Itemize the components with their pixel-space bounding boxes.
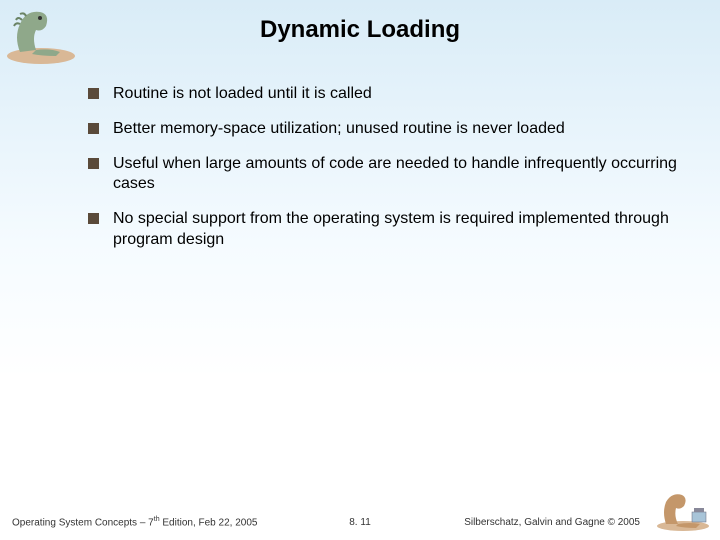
bullet-text: Routine is not loaded until it is called [113,84,372,105]
list-item: Routine is not loaded until it is called [88,84,680,105]
footer-date: Edition, Feb 22, 2005 [160,517,258,528]
bullet-text: Useful when large amounts of code are ne… [113,154,680,196]
bullet-icon [88,88,99,99]
footer-copyright: Silberschatz, Galvin and Gagne © 2005 [464,517,640,528]
bullet-icon [88,158,99,169]
dinosaur-logo-top-icon [2,2,80,66]
list-item: No special support from the operating sy… [88,209,680,251]
bullet-list: Routine is not loaded until it is called… [0,84,720,251]
slide-title: Dynamic Loading [0,0,720,84]
bullet-icon [88,123,99,134]
bullet-text: Better memory-space utilization; unused … [113,119,565,140]
list-item: Better memory-space utilization; unused … [88,119,680,140]
bullet-text: No special support from the operating sy… [113,209,680,251]
bullet-icon [88,213,99,224]
slide-number: 8. 11 [349,517,371,528]
slide-footer: Operating System Concepts – 7th Edition,… [0,516,720,528]
dinosaur-logo-bottom-icon [654,488,712,532]
list-item: Useful when large amounts of code are ne… [88,154,680,196]
footer-left: Operating System Concepts – 7th Edition,… [12,516,257,528]
footer-book-title: Operating System Concepts – 7 [12,517,154,528]
